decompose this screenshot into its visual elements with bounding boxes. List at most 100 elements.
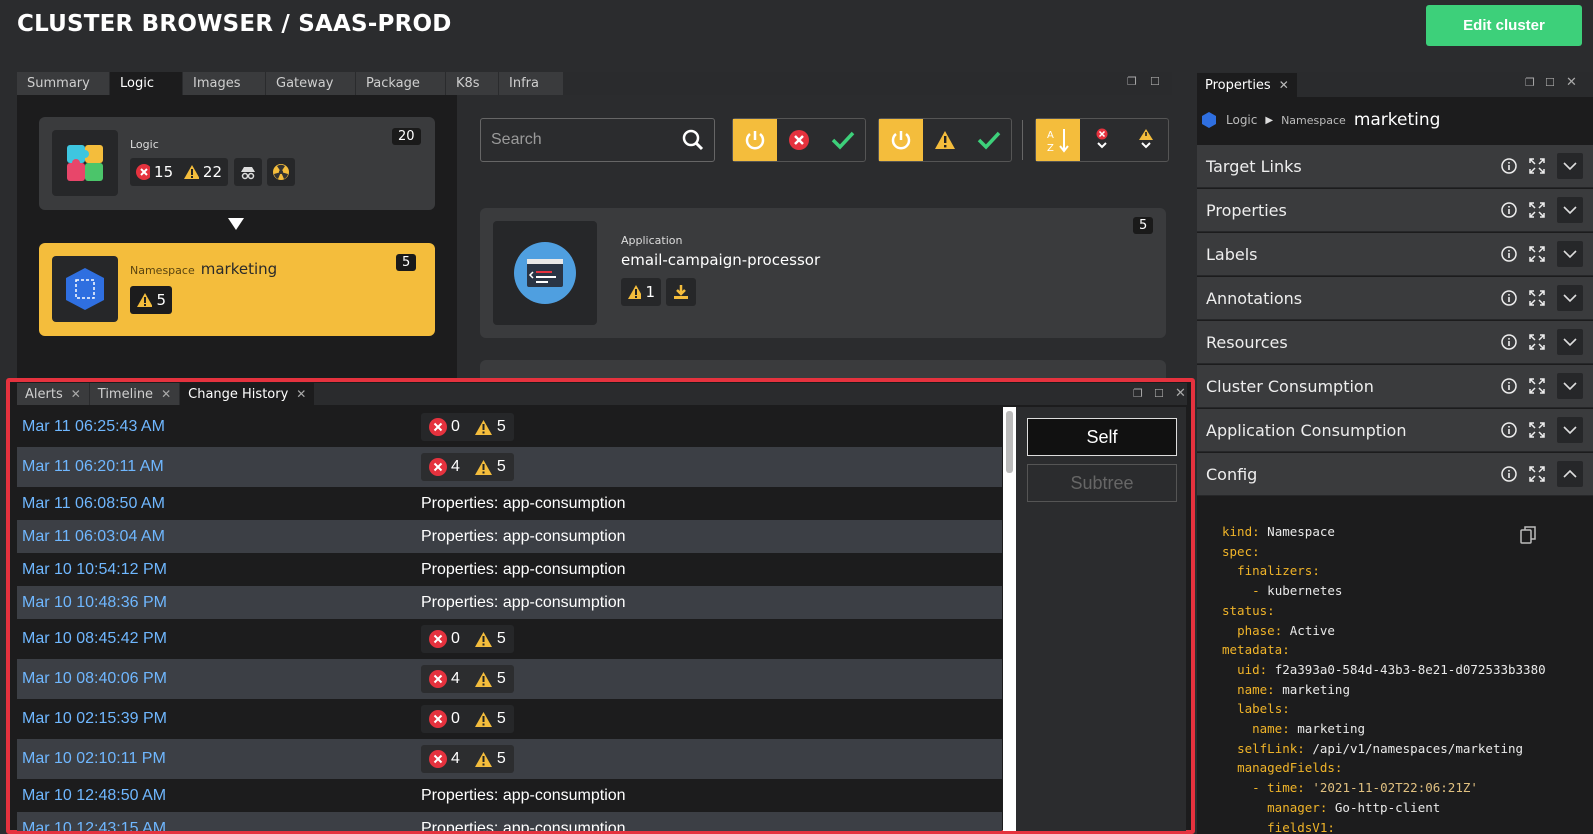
history-timestamp[interactable]: Mar 11 06:20:11 AM	[17, 458, 421, 476]
error-filter-icon[interactable]	[777, 119, 821, 161]
tab-logic[interactable]: Logic	[110, 72, 183, 95]
table-row[interactable]: Mar 11 06:03:04 AM Properties: app-consum…	[17, 520, 1002, 553]
info-icon[interactable]	[1495, 466, 1523, 482]
scroll-thumb[interactable]	[1006, 411, 1013, 473]
tab-images[interactable]: Images	[183, 72, 266, 95]
table-row[interactable]: Mar 10 08:45:42 PM 0 5	[17, 619, 1002, 659]
info-icon[interactable]	[1495, 158, 1523, 174]
table-row[interactable]: Mar 10 10:48:36 PM Properties: app-consum…	[17, 586, 1002, 619]
history-timestamp[interactable]: Mar 10 02:10:11 PM	[17, 750, 421, 768]
history-timestamp[interactable]: Mar 10 08:45:42 PM	[17, 630, 421, 648]
edit-cluster-button[interactable]: Edit cluster	[1426, 5, 1582, 46]
chevron-down-icon[interactable]	[1557, 153, 1583, 179]
close-icon[interactable]: ✕	[296, 387, 306, 401]
tab-properties[interactable]: Properties ✕	[1197, 73, 1297, 97]
application-warnings-pill[interactable]: 1	[621, 278, 661, 306]
download-icon[interactable]	[666, 278, 696, 306]
chevron-down-icon[interactable]	[1557, 329, 1583, 355]
chevron-down-icon[interactable]	[1557, 241, 1583, 267]
search-icon[interactable]	[682, 129, 704, 151]
expand-icon[interactable]	[1523, 157, 1551, 175]
history-timestamp[interactable]: Mar 10 10:54:12 PM	[17, 561, 421, 579]
sort-group[interactable]: AZ	[1035, 118, 1169, 162]
maximize-icon[interactable]: ☐	[1545, 76, 1555, 89]
section-config[interactable]: Config	[1197, 453, 1593, 496]
chevron-up-icon[interactable]	[1557, 461, 1583, 487]
close-icon[interactable]: ✕	[71, 387, 81, 401]
self-button[interactable]: Self	[1027, 418, 1177, 456]
restore-icon[interactable]: ❐	[1133, 387, 1143, 400]
warning-filter-group[interactable]	[878, 118, 1012, 162]
error-filter-group[interactable]	[732, 118, 866, 162]
history-timestamp[interactable]: Mar 11 06:25:43 AM	[17, 418, 421, 436]
power-toggle-icon[interactable]	[733, 119, 777, 161]
maximize-icon[interactable]: ☐	[1154, 387, 1164, 400]
tab-summary[interactable]: Summary	[17, 72, 110, 95]
table-row[interactable]: Mar 10 12:43:15 AM Properties: app-consum…	[17, 812, 1002, 831]
issues-pill[interactable]: 05	[421, 413, 514, 441]
maximize-icon[interactable]: ☐	[1150, 75, 1160, 88]
expand-icon[interactable]	[1523, 333, 1551, 351]
history-timestamp[interactable]: Mar 10 12:48:50 AM	[17, 787, 421, 805]
check-icon[interactable]	[967, 119, 1011, 161]
history-timestamp[interactable]: Mar 11 06:08:50 AM	[17, 495, 421, 513]
application-card[interactable]: Application email-campaign-processor 5 1	[480, 208, 1166, 338]
section-properties[interactable]: Properties	[1197, 189, 1593, 232]
radiation-icon[interactable]	[267, 158, 295, 186]
section-cluster-consumption[interactable]: Cluster Consumption	[1197, 365, 1593, 408]
chevron-down-icon[interactable]	[1557, 373, 1583, 399]
sort-by-warnings-icon[interactable]	[1124, 119, 1168, 161]
section-application-consumption[interactable]: Application Consumption	[1197, 409, 1593, 452]
breadcrumb-kind[interactable]: Logic	[1226, 113, 1257, 127]
expand-icon[interactable]	[1523, 201, 1551, 219]
restore-icon[interactable]: ❐	[1525, 76, 1535, 89]
spy-icon[interactable]	[234, 158, 262, 186]
application-card-partial[interactable]	[480, 360, 1166, 380]
tab-package[interactable]: Package	[356, 72, 446, 95]
warning-filter-icon[interactable]	[923, 119, 967, 161]
table-row[interactable]: Mar 11 06:20:11 AM 4 5	[17, 447, 1002, 487]
tab-infra[interactable]: Infra	[499, 72, 564, 95]
tab-k8s[interactable]: K8s	[446, 72, 499, 95]
history-timestamp[interactable]: Mar 10 10:48:36 PM	[17, 594, 421, 612]
table-row[interactable]: Mar 10 12:48:50 AM Properties: app-consum…	[17, 779, 1002, 812]
issues-pill[interactable]: 45	[421, 453, 514, 481]
table-row[interactable]: Mar 10 02:10:11 PM 4 5	[17, 739, 1002, 779]
close-icon[interactable]: ✕	[1175, 386, 1186, 401]
issues-pill[interactable]: 45	[421, 665, 514, 693]
table-row[interactable]: Mar 11 06:25:43 AM 0 5	[17, 407, 1002, 447]
table-row[interactable]: Mar 10 10:54:12 PM Properties: app-consum…	[17, 553, 1002, 586]
close-icon[interactable]: ✕	[161, 387, 171, 401]
info-icon[interactable]	[1495, 422, 1523, 438]
chevron-down-icon[interactable]	[1557, 417, 1583, 443]
history-timestamp[interactable]: Mar 10 12:43:15 AM	[17, 820, 421, 832]
logic-card[interactable]: Logic 20 15 22	[39, 117, 435, 210]
expand-icon[interactable]	[1523, 289, 1551, 307]
check-icon[interactable]	[821, 119, 865, 161]
issues-pill[interactable]: 05	[421, 705, 514, 733]
issues-pill[interactable]: 05	[421, 625, 514, 653]
table-row[interactable]: Mar 10 08:40:06 PM 4 5	[17, 659, 1002, 699]
tab-timeline[interactable]: Timeline ✕	[89, 383, 181, 405]
sort-by-errors-icon[interactable]	[1080, 119, 1124, 161]
section-labels[interactable]: Labels	[1197, 233, 1593, 276]
tab-change-history[interactable]: Change History ✕	[180, 383, 316, 405]
expand-icon[interactable]	[1523, 421, 1551, 439]
expand-icon[interactable]	[1523, 245, 1551, 263]
sort-az-icon[interactable]: AZ	[1036, 119, 1080, 161]
section-annotations[interactable]: Annotations	[1197, 277, 1593, 320]
history-timestamp[interactable]: Mar 10 02:15:39 PM	[17, 710, 421, 728]
chevron-down-icon[interactable]	[1557, 197, 1583, 223]
info-icon[interactable]	[1495, 378, 1523, 394]
close-icon[interactable]: ✕	[1566, 75, 1577, 90]
section-resources[interactable]: Resources	[1197, 321, 1593, 364]
history-timestamp[interactable]: Mar 10 08:40:06 PM	[17, 670, 421, 688]
logic-issues-pill[interactable]: 15 22	[130, 158, 228, 186]
table-row[interactable]: Mar 11 06:08:50 AM Properties: app-consum…	[17, 487, 1002, 520]
subtree-button[interactable]: Subtree	[1027, 464, 1177, 502]
tab-gateway[interactable]: Gateway	[266, 72, 356, 95]
section-target-links[interactable]: Target Links	[1197, 145, 1593, 188]
restore-icon[interactable]: ❐	[1127, 75, 1137, 88]
close-icon[interactable]: ✕	[1279, 78, 1289, 92]
search-input[interactable]	[491, 131, 661, 149]
